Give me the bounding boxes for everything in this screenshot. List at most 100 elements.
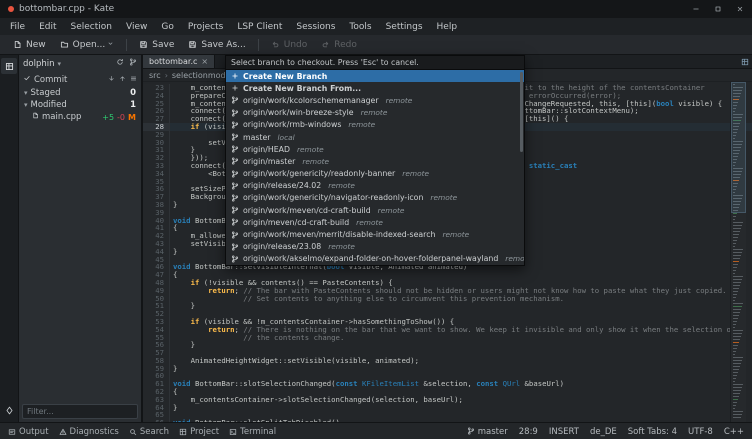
git-project-panel: dolphin ▾ Commit ▾ Staged 0 <box>18 55 141 422</box>
undo-button[interactable]: Undo <box>264 38 315 52</box>
code-line-59[interactable]: 59} <box>143 365 752 373</box>
input-mode[interactable]: INSERT <box>549 427 579 437</box>
lines-removed: -0 <box>117 113 125 122</box>
tab-bottombar[interactable]: bottombar.c × <box>143 55 215 68</box>
branch-item[interactable]: origin/work/meven/cd-craft-buildremote <box>226 204 524 216</box>
code-line-58[interactable]: 58 AnimatedHeightWidget::setVisible(visi… <box>143 357 752 365</box>
chevron-down-icon: ▾ <box>58 60 62 68</box>
menu-projects[interactable]: Projects <box>181 20 230 34</box>
redo-icon <box>321 40 330 49</box>
push-icon[interactable] <box>119 75 126 85</box>
code-line-55[interactable]: 55 // the contents change. <box>143 334 752 342</box>
code-line-50[interactable]: 50 // Set contents to anything else to c… <box>143 295 752 303</box>
encoding[interactable]: UTF-8 <box>688 427 713 437</box>
lines-added: +5 <box>102 113 114 122</box>
statusbar-search-button[interactable]: Search <box>129 427 169 437</box>
modified-section[interactable]: ▾ Modified 1 <box>19 99 141 111</box>
close-button[interactable] <box>736 5 744 13</box>
branch-checkout-popup: Select branch to checkout. Press 'Esc' t… <box>225 55 525 266</box>
branch-item-create[interactable]: Create New Branch <box>226 70 524 82</box>
breadcrumb-separator-icon: › <box>165 71 168 80</box>
maximize-button[interactable] <box>714 5 722 13</box>
popup-scrollbar[interactable] <box>520 72 523 152</box>
menu-view[interactable]: View <box>119 20 154 34</box>
modified-file-row[interactable]: main.cpp +5 -0 M <box>19 111 141 123</box>
minimize-button[interactable] <box>692 5 700 13</box>
code-line-64[interactable]: 64} <box>143 404 752 412</box>
plus-icon <box>231 84 239 92</box>
breadcrumb-item[interactable]: src <box>149 71 161 80</box>
branch-icon <box>231 170 239 178</box>
statusbar-terminal-button[interactable]: Terminal <box>229 427 276 437</box>
syntax-mode[interactable]: C++ <box>724 427 744 437</box>
pull-icon[interactable] <box>108 75 115 85</box>
branch-icon <box>231 121 239 129</box>
branch-item[interactable]: origin/work/genericity/readonly-bannerre… <box>226 168 524 180</box>
branch-item[interactable]: origin/work/genericity/navigator-readonl… <box>226 192 524 204</box>
branch-icon <box>231 231 239 239</box>
breadcrumb-item[interactable]: selectionmode <box>172 71 231 80</box>
menu-help[interactable]: Help <box>430 20 465 34</box>
menu-edit[interactable]: Edit <box>32 20 63 34</box>
branch-item[interactable]: origin/HEADremote <box>226 143 524 155</box>
close-icon[interactable]: × <box>201 58 208 66</box>
branch-checkout-button[interactable] <box>129 58 137 69</box>
save-as-button[interactable]: Save As... <box>181 38 252 52</box>
branch-icon <box>467 427 475 435</box>
code-line-61[interactable]: 61void BottomBar::slotSelectionChanged(c… <box>143 380 752 388</box>
commit-label: Commit <box>34 75 67 85</box>
project-selector[interactable]: dolphin ▾ <box>19 55 141 72</box>
code-line-56[interactable]: 56 } <box>143 341 752 349</box>
branch-name: master <box>478 427 508 437</box>
menu-tools[interactable]: Tools <box>342 20 378 34</box>
branch-item[interactable]: origin/work/akselmo/expand-folder-on-hov… <box>226 253 524 265</box>
branch-item[interactable]: masterlocal <box>226 131 524 143</box>
menu-icon[interactable] <box>130 75 137 85</box>
statusbar-project-button[interactable]: Project <box>179 427 219 437</box>
branch-icon <box>231 182 239 190</box>
branch-item[interactable]: origin/release/24.02remote <box>226 180 524 192</box>
keyboard-layout[interactable]: de_DE <box>590 427 617 437</box>
branch-item[interactable]: origin/work/meven/merrit/disable-indexed… <box>226 228 524 240</box>
popup-prompt: Select branch to checkout. Press 'Esc' t… <box>226 56 524 70</box>
branch-item-create[interactable]: Create New Branch From... <box>226 82 524 94</box>
commit-button[interactable]: Commit <box>19 72 141 87</box>
save-button[interactable]: Save <box>132 38 181 52</box>
menu-settings[interactable]: Settings <box>379 20 430 34</box>
statusbar-git-branch[interactable]: master <box>467 427 508 438</box>
minimap-viewport[interactable] <box>731 82 746 213</box>
statusbar-diagnostics-button[interactable]: Diagnostics <box>59 427 119 437</box>
statusbar-output-button[interactable]: Output <box>8 427 49 437</box>
menu-sessions[interactable]: Sessions <box>289 20 342 34</box>
code-line-66[interactable]: 66void BottomBar::slotSplitTabDisabled() <box>143 419 752 422</box>
new-button[interactable]: New <box>6 38 53 52</box>
minimap-scrollbar[interactable] <box>730 82 746 422</box>
quick-open-button[interactable] <box>741 58 752 66</box>
cursor-position[interactable]: 28:9 <box>519 427 538 437</box>
branch-item[interactable]: origin/meven/cd-craft-buildremote <box>226 216 524 228</box>
branch-icon <box>231 243 239 251</box>
refresh-button[interactable] <box>116 58 124 69</box>
kate-logo-icon[interactable] <box>5 400 14 419</box>
code-line-51[interactable]: 51 } <box>143 302 752 310</box>
menu-selection[interactable]: Selection <box>64 20 119 34</box>
branch-item[interactable]: origin/masterremote <box>226 155 524 167</box>
filter-input[interactable] <box>22 404 138 419</box>
project-toolview-button[interactable] <box>1 58 17 74</box>
branch-icon <box>467 427 475 438</box>
branch-item[interactable]: origin/work/kcolorschememanagerremote <box>226 94 524 106</box>
branch-item[interactable]: origin/work/win-breeze-styleremote <box>226 107 524 119</box>
redo-button[interactable]: Redo <box>314 38 364 52</box>
staged-section[interactable]: ▾ Staged 0 <box>19 87 141 99</box>
open-button[interactable]: Open... <box>53 38 122 52</box>
menu-lsp-client[interactable]: LSP Client <box>230 20 289 34</box>
branch-item[interactable]: origin/work/rmb-windowsremote <box>226 119 524 131</box>
menu-go[interactable]: Go <box>154 20 180 34</box>
grid-icon <box>179 428 187 436</box>
branch-item[interactable]: origin/release/23.08remote <box>226 241 524 253</box>
staged-label: Staged <box>31 88 61 98</box>
menu-file[interactable]: File <box>3 20 32 34</box>
code-line-63[interactable]: 63 m_contentsContainer->slotSelectionCha… <box>143 396 752 404</box>
search-icon <box>129 428 137 436</box>
tab-settings[interactable]: Soft Tabs: 4 <box>628 427 677 437</box>
